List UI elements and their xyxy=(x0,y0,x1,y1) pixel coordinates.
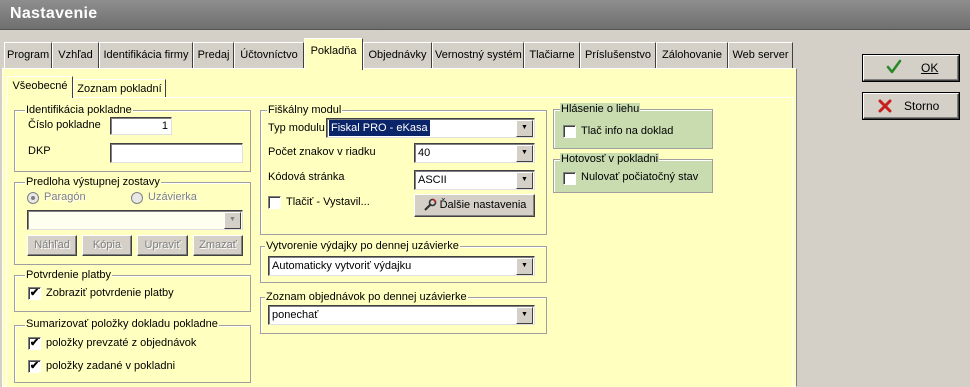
storno-label: Storno xyxy=(904,99,940,113)
tab-uctovnictvo[interactable]: Účtovníctvo xyxy=(234,42,304,68)
tab-objednavky[interactable]: Objednávky xyxy=(363,42,432,68)
radio-paragon[interactable] xyxy=(27,192,39,204)
group-title-fiskalny: Fiškálny modul xyxy=(267,104,343,116)
polozky-v-pokladni-checkbox[interactable]: ✔ xyxy=(28,360,41,373)
vytvorenie-vydajky-value: Automaticky vytvoriť výdajku xyxy=(272,260,412,272)
kopia-button[interactable]: Kópia xyxy=(82,235,132,256)
chevron-down-icon[interactable]: ▼ xyxy=(516,120,533,137)
group-title-predloha: Predloha výstupnej zostavy xyxy=(25,176,161,188)
storno-button[interactable]: Storno xyxy=(863,93,959,119)
zoznam-objednavok-select[interactable]: ponechať ▼ xyxy=(268,305,535,325)
typ-modulu-value: Fiskal PRO - eKasa xyxy=(329,120,430,136)
tlac-info-label: Tlač info na doklad xyxy=(581,125,674,137)
zoznam-objednavok-value: ponechať xyxy=(272,309,319,321)
vytvorenie-vydajky-select[interactable]: Automaticky vytvoriť výdajku ▼ xyxy=(268,256,535,276)
ok-button[interactable]: OK xyxy=(863,55,959,81)
group-title-potvrdenie: Potvrdenie platby xyxy=(25,269,112,281)
kodova-stranka-select[interactable]: ASCII ▼ xyxy=(414,170,535,190)
predloha-select[interactable]: ▼ xyxy=(27,210,243,230)
tab-vzhlad[interactable]: Vzhľad xyxy=(52,42,99,68)
radio-uzavierka-label: Uzávierka xyxy=(148,191,197,203)
dkp-input[interactable] xyxy=(110,143,243,163)
group-title-zoznam-objednavok: Zoznam objednávok po dennej uzávierke xyxy=(265,291,468,303)
cislo-pokladne-input[interactable]: 1 xyxy=(110,117,172,135)
ok-label: OK xyxy=(921,61,939,75)
group-title-identifikacia: Identifikácia pokladne xyxy=(25,104,133,116)
dkp-label: DKP xyxy=(28,145,51,157)
pocet-znakov-select[interactable]: 40 ▼ xyxy=(414,143,535,163)
tab-prislusenstvo[interactable]: Príslušenstvo xyxy=(580,42,656,68)
title-bar xyxy=(0,0,970,30)
radio-paragon-label: Paragón xyxy=(44,191,86,203)
polozky-z-objednavok-label: položky prevzaté z objednávok xyxy=(46,337,197,349)
kodova-stranka-value: ASCII xyxy=(418,174,447,186)
polozky-v-pokladni-label: položky zadané v pokladni xyxy=(46,360,176,372)
nulovat-stav-checkbox[interactable] xyxy=(563,172,576,185)
zobrazit-potvrdenie-label: Zobraziť potvrdenie platby xyxy=(46,287,174,299)
upravit-button[interactable]: Upraviť xyxy=(137,235,188,256)
dalsie-nastavenia-button[interactable]: Ďalšie nastavenia xyxy=(414,194,535,217)
chevron-down-icon[interactable]: ▼ xyxy=(516,145,533,162)
group-sumarizovat xyxy=(14,325,251,383)
dalsie-nastavenia-label: Ďalšie nastavenia xyxy=(439,199,527,211)
close-x-icon xyxy=(878,99,892,116)
subtab-vseobecne[interactable]: Všeobecné xyxy=(7,76,73,98)
tab-identifikacia-firmy[interactable]: Identifikácia firmy xyxy=(99,42,193,68)
tlac-info-checkbox[interactable] xyxy=(563,125,576,138)
tab-pokladna[interactable]: Pokladňa xyxy=(304,38,363,70)
nahlad-button[interactable]: Náhľad xyxy=(27,235,77,256)
radio-uzavierka[interactable] xyxy=(131,192,143,204)
tab-tlaciarne[interactable]: Tlačiarne xyxy=(524,42,580,68)
zmazat-button[interactable]: Zmazať xyxy=(193,235,243,256)
pocet-znakov-label: Počet znakov v riadku xyxy=(268,146,376,158)
zobrazit-potvrdenie-checkbox[interactable]: ✔ xyxy=(28,287,41,300)
chevron-down-icon[interactable]: ▼ xyxy=(516,172,533,189)
group-title-sumarizovat: Sumarizovať položky dokladu pokladne xyxy=(25,318,219,330)
chevron-down-icon[interactable]: ▼ xyxy=(516,307,533,324)
group-title-hlasenie: Hlásenie o liehu xyxy=(560,103,641,115)
tlacit-vystavil-label: Tlačiť - Vystavil... xyxy=(286,196,370,208)
chevron-down-icon[interactable]: ▼ xyxy=(224,212,241,229)
nulovat-stav-label: Nulovať počiatočný stav xyxy=(581,171,699,183)
kodova-stranka-label: Kódová stránka xyxy=(268,171,345,183)
typ-modulu-select[interactable]: Fiskal PRO - eKasa ▼ xyxy=(326,118,535,138)
subtab-zoznam-pokladni[interactable]: Zoznam pokladní xyxy=(73,79,166,99)
tab-vernostny-system[interactable]: Vernostný systém xyxy=(432,42,524,68)
typ-modulu-label: Typ modulu xyxy=(268,122,325,134)
group-title-hotovost: Hotovosť v pokladni xyxy=(560,153,660,165)
polozky-z-objednavok-checkbox[interactable]: ✔ xyxy=(28,337,41,350)
settings-wrench-icon xyxy=(423,198,437,212)
pocet-znakov-value: 40 xyxy=(418,147,431,159)
group-title-vytvorenie: Vytvorenie výdajky po dennej uzávierke xyxy=(265,240,460,252)
tab-zalohovanie[interactable]: Zálohovanie xyxy=(656,42,728,68)
checkmark-icon xyxy=(886,59,902,78)
tab-web-server[interactable]: Web server xyxy=(728,42,793,68)
cislo-pokladne-label: Číslo pokladne xyxy=(28,119,101,131)
tlacit-vystavil-checkbox[interactable] xyxy=(268,196,281,209)
tab-predaj[interactable]: Predaj xyxy=(193,42,234,68)
chevron-down-icon[interactable]: ▼ xyxy=(516,258,533,275)
window-title: Nastavenie xyxy=(10,5,98,22)
tab-program[interactable]: Program xyxy=(4,42,52,68)
